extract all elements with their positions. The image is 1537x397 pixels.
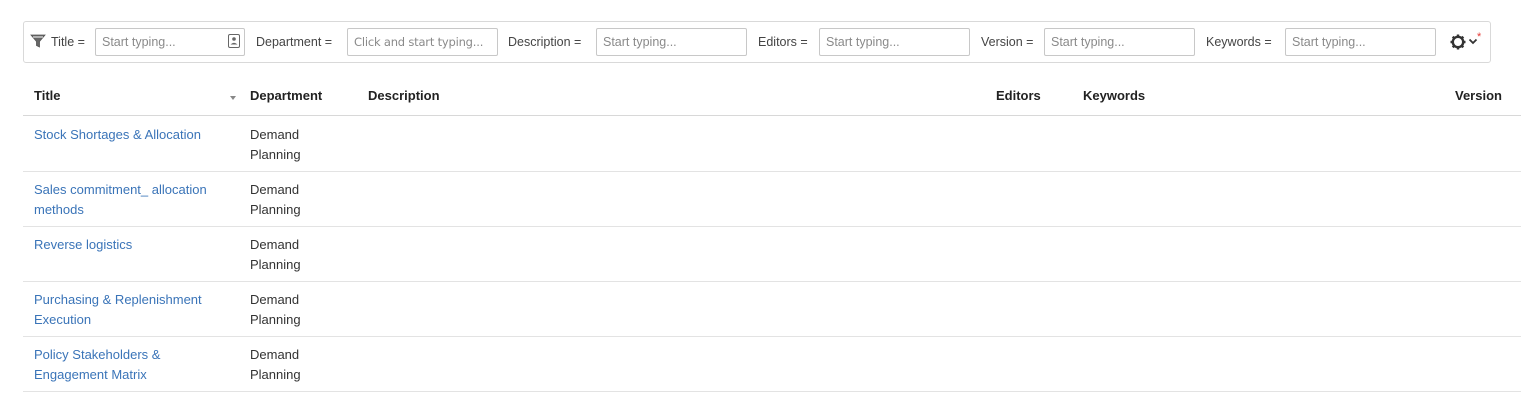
column-header-version[interactable]: Version: [1455, 76, 1502, 115]
filter-bar: Title = Department = Description = Edito…: [23, 21, 1491, 63]
editors-filter-input[interactable]: [819, 28, 970, 56]
active-filter-indicator-icon: *: [1477, 31, 1482, 43]
version-filter-input[interactable]: [1044, 28, 1195, 56]
column-header-description[interactable]: Description: [368, 76, 440, 115]
document-title-link[interactable]: Reverse logistics: [34, 235, 234, 255]
table-row: Stock Shortages & Allocation Demand Plan…: [23, 116, 1521, 172]
keywords-filter-input[interactable]: [1285, 28, 1436, 56]
document-title-link[interactable]: Sales commitment_ allocation methods: [34, 180, 234, 220]
description-filter-input[interactable]: [596, 28, 747, 56]
keywords-filter-label: Keywords =: [1206, 35, 1272, 49]
title-filter-input[interactable]: [95, 28, 245, 56]
table-header: Title Department Description Editors Key…: [23, 76, 1521, 116]
gear-icon[interactable]: [1449, 33, 1469, 51]
sort-descending-icon[interactable]: [229, 95, 237, 101]
table-row: Purchasing & Replenishment Execution Dem…: [23, 281, 1521, 337]
document-title-link[interactable]: Policy Stakeholders & Engagement Matrix: [34, 345, 234, 385]
department-cell: Demand Planning: [250, 237, 301, 272]
department-cell: Demand Planning: [250, 292, 301, 327]
column-header-title[interactable]: Title: [34, 76, 61, 115]
title-filter-label: Title =: [51, 35, 85, 49]
table-row: Reverse logistics Demand Planning: [23, 226, 1521, 282]
editors-filter-label: Editors =: [758, 35, 808, 49]
document-title-link[interactable]: Purchasing & Replenishment Execution: [34, 290, 234, 330]
department-filter-input[interactable]: [347, 28, 498, 56]
department-filter-label: Department =: [256, 35, 333, 49]
table-row: Policy Stakeholders & Engagement Matrix …: [23, 336, 1521, 392]
column-header-department[interactable]: Department: [250, 76, 322, 115]
table-row: Sales commitment_ allocation methods Dem…: [23, 171, 1521, 227]
department-cell: Demand Planning: [250, 347, 301, 382]
version-filter-label: Version =: [981, 35, 1034, 49]
department-cell: Demand Planning: [250, 127, 301, 162]
department-cell: Demand Planning: [250, 182, 301, 217]
contact-card-icon[interactable]: [228, 34, 240, 48]
filter-icon[interactable]: [30, 33, 46, 49]
column-header-editors[interactable]: Editors: [996, 76, 1041, 115]
document-title-link[interactable]: Stock Shortages & Allocation: [34, 125, 234, 145]
description-filter-label: Description =: [508, 35, 582, 49]
column-header-keywords[interactable]: Keywords: [1083, 76, 1145, 115]
